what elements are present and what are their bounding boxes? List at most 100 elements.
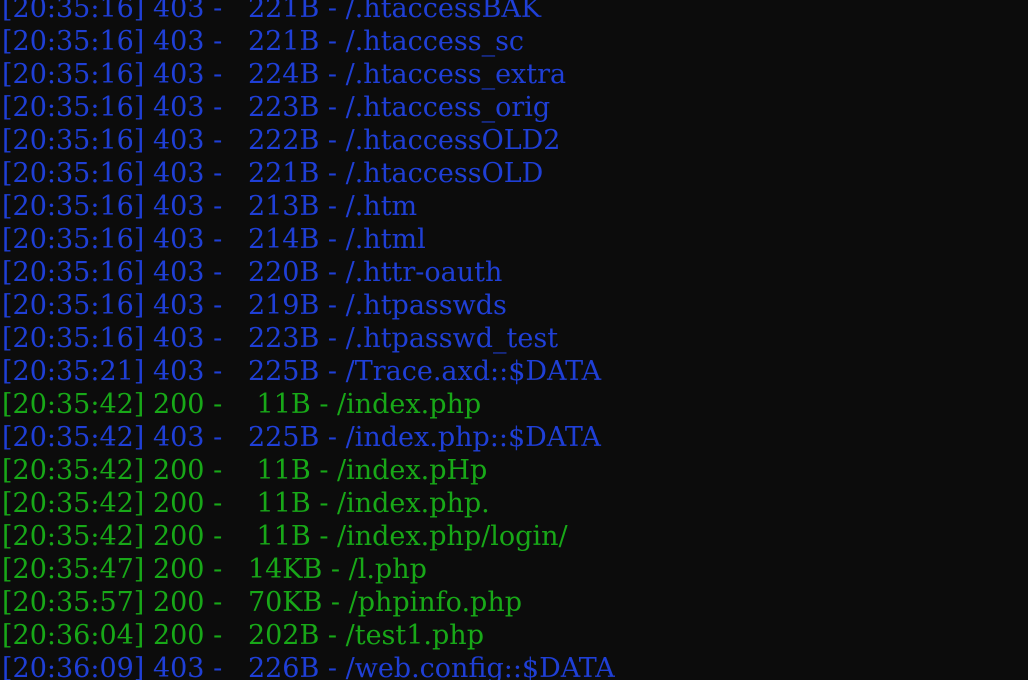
- log-status: 200: [152, 521, 205, 552]
- log-size: 202B: [239, 620, 320, 651]
- log-path: /.httr-oauth: [345, 257, 503, 288]
- log-status: 403: [152, 191, 205, 222]
- log-path: /.htm: [345, 191, 418, 222]
- log-status: 403: [152, 59, 205, 90]
- log-path: /.htaccess_sc: [345, 26, 525, 57]
- terminal-output: [20:35:16] 403 - 221B - /.htaccessBAK [20…: [2, 0, 615, 680]
- log-time: [20:35:16]: [2, 92, 145, 123]
- log-size: 11B: [239, 455, 311, 486]
- log-path: /index.php/login/: [337, 521, 568, 552]
- log-time: [20:35:16]: [2, 290, 145, 321]
- log-line: [20:35:42] 200 - 11B - /index.php: [2, 389, 482, 420]
- log-status: 403: [152, 158, 205, 189]
- log-line: [20:35:42] 200 - 11B - /index.php/login/: [2, 521, 568, 552]
- log-path: /.htpasswd_test: [345, 323, 559, 354]
- log-status: 403: [152, 125, 205, 156]
- log-size: 225B: [239, 422, 320, 453]
- log-status: 200: [152, 587, 205, 618]
- log-status: 200: [152, 554, 205, 585]
- log-line: [20:35:16] 403 - 224B - /.htaccess_extra: [2, 59, 567, 90]
- log-status: 200: [152, 620, 205, 651]
- log-status: 403: [152, 224, 205, 255]
- log-size: 224B: [239, 59, 320, 90]
- log-status: 403: [152, 92, 205, 123]
- log-size: 11B: [239, 389, 311, 420]
- log-line: [20:35:16] 403 - 221B - /.htaccessOLD: [2, 158, 544, 189]
- log-status: 403: [152, 257, 205, 288]
- log-line: [20:35:57] 200 - 70KB - /phpinfo.php: [2, 587, 522, 618]
- log-path: /index.pHp: [337, 455, 488, 486]
- log-path: /index.php.: [337, 488, 490, 519]
- log-status: 403: [152, 0, 205, 24]
- log-time: [20:35:21]: [2, 356, 145, 387]
- log-path: /Trace.axd::$DATA: [345, 356, 602, 387]
- log-time: [20:36:09]: [2, 653, 145, 680]
- log-path: /index.php::$DATA: [345, 422, 601, 453]
- log-path: /.htaccess_orig: [345, 92, 551, 123]
- log-line: [20:35:16] 403 - 213B - /.htm: [2, 191, 418, 222]
- log-size: 226B: [239, 653, 320, 680]
- log-line: [20:35:42] 200 - 11B - /index.pHp: [2, 455, 488, 486]
- log-status: 200: [152, 389, 205, 420]
- log-size: 219B: [239, 290, 320, 321]
- log-size: 223B: [239, 323, 320, 354]
- log-time: [20:35:42]: [2, 488, 145, 519]
- log-path: /phpinfo.php: [348, 587, 522, 618]
- log-time: [20:35:16]: [2, 26, 145, 57]
- log-size: 213B: [239, 191, 320, 222]
- log-path: /index.php: [337, 389, 482, 420]
- log-time: [20:35:42]: [2, 521, 145, 552]
- log-line: [20:35:42] 200 - 11B - /index.php.: [2, 488, 490, 519]
- log-line: [20:36:04] 200 - 202B - /test1.php: [2, 620, 484, 651]
- log-time: [20:35:16]: [2, 125, 145, 156]
- log-line: [20:35:16] 403 - 222B - /.htaccessOLD2: [2, 125, 561, 156]
- log-time: [20:35:16]: [2, 323, 145, 354]
- log-size: 214B: [239, 224, 320, 255]
- log-path: /.htaccessBAK: [345, 0, 542, 24]
- log-size: 223B: [239, 92, 320, 123]
- log-status: 403: [152, 356, 205, 387]
- log-path: /.htaccessOLD: [345, 158, 544, 189]
- log-time: [20:35:16]: [2, 224, 145, 255]
- log-size: 222B: [239, 125, 320, 156]
- log-size: 221B: [239, 0, 320, 24]
- log-size: 11B: [239, 488, 311, 519]
- log-size: 221B: [239, 158, 320, 189]
- log-path: /.html: [345, 224, 426, 255]
- log-time: [20:35:42]: [2, 389, 145, 420]
- log-size: 225B: [239, 356, 320, 387]
- log-time: [20:35:16]: [2, 257, 145, 288]
- log-size: 11B: [239, 521, 311, 552]
- log-size: 14KB: [239, 554, 323, 585]
- log-path: /web.config::$DATA: [345, 653, 615, 680]
- log-status: 200: [152, 488, 205, 519]
- log-size: 221B: [239, 26, 320, 57]
- log-line: [20:35:16] 403 - 223B - /.htpasswd_test: [2, 323, 559, 354]
- log-line: [20:35:16] 403 - 220B - /.httr-oauth: [2, 257, 503, 288]
- log-status: 403: [152, 653, 205, 680]
- log-status: 403: [152, 290, 205, 321]
- terminal-window[interactable]: [20:35:16] 403 - 221B - /.htaccessBAK [20…: [0, 0, 1028, 680]
- log-line: [20:35:16] 403 - 214B - /.html: [2, 224, 426, 255]
- log-line: [20:35:16] 403 - 223B - /.htaccess_orig: [2, 92, 551, 123]
- log-time: [20:35:16]: [2, 158, 145, 189]
- log-time: [20:35:57]: [2, 587, 145, 618]
- log-time: [20:35:16]: [2, 0, 145, 24]
- log-time: [20:35:42]: [2, 455, 145, 486]
- log-line: [20:35:21] 403 - 225B - /Trace.axd::$DAT…: [2, 356, 602, 387]
- log-path: /l.php: [348, 554, 427, 585]
- log-path: /test1.php: [345, 620, 484, 651]
- log-path: /.htaccessOLD2: [345, 125, 561, 156]
- log-time: [20:35:16]: [2, 59, 145, 90]
- log-line: [20:35:42] 403 - 225B - /index.php::$DAT…: [2, 422, 601, 453]
- log-status: 403: [152, 26, 205, 57]
- log-status: 200: [152, 455, 205, 486]
- log-size: 220B: [239, 257, 320, 288]
- log-size: 70KB: [239, 587, 323, 618]
- log-status: 403: [152, 422, 205, 453]
- log-line: [20:35:16] 403 - 221B - /.htaccessBAK: [2, 0, 615, 25]
- log-status: 403: [152, 323, 205, 354]
- log-line: [20:35:16] 403 - 219B - /.htpasswds: [2, 290, 507, 321]
- log-time: [20:35:42]: [2, 422, 145, 453]
- log-time: [20:35:47]: [2, 554, 145, 585]
